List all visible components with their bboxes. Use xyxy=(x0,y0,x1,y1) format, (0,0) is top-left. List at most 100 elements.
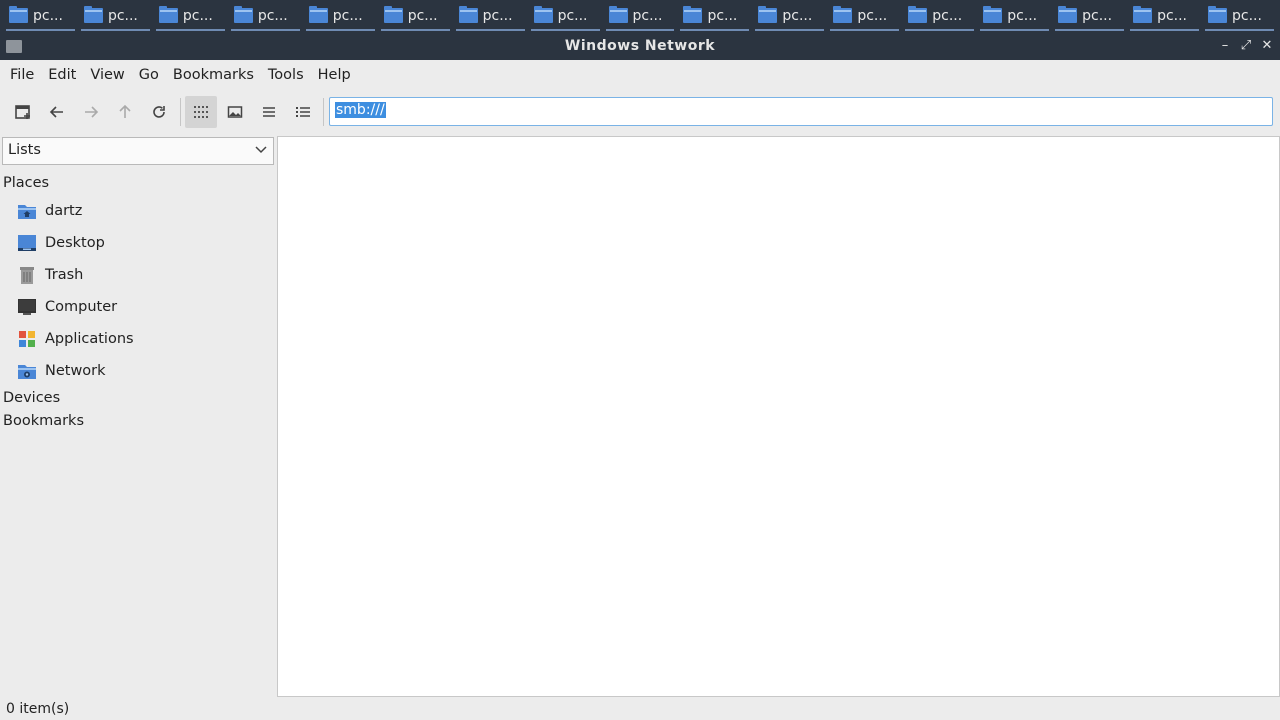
compact-view-button[interactable] xyxy=(219,96,251,128)
taskbar-button-label: pc... xyxy=(482,7,513,24)
taskbar-button-label: pc... xyxy=(707,7,738,24)
taskbar-window-button[interactable]: pc... xyxy=(80,2,150,31)
window-title: Windows Network xyxy=(564,38,716,54)
file-view-pane[interactable] xyxy=(277,136,1280,697)
taskbar-window-button[interactable]: pc... xyxy=(1130,2,1199,31)
taskbar-button-label: pc... xyxy=(1157,7,1187,24)
taskbar-window-button[interactable]: pc... xyxy=(305,2,375,31)
window-titlebar[interactable]: Windows Network – ⤢ ✕ xyxy=(0,33,1280,60)
menubar: File Edit View Go Bookmarks Tools Help xyxy=(0,60,1280,90)
menu-bookmarks[interactable]: Bookmarks xyxy=(166,67,261,83)
taskbar-button-label: pc... xyxy=(182,7,213,24)
taskbar-window-button[interactable]: pc... xyxy=(1205,2,1274,31)
sidebar-item-label: Trash xyxy=(45,267,84,283)
sidebar-item-computer[interactable]: Computer xyxy=(0,293,276,321)
list-view-button[interactable] xyxy=(287,96,319,128)
detailed-list-button[interactable] xyxy=(253,96,285,128)
sidebar-item-desktop[interactable]: Desktop xyxy=(0,229,276,257)
taskbar-button-label: pc... xyxy=(1082,7,1113,24)
sidebar-item-trash[interactable]: Trash xyxy=(0,261,276,289)
taskbar-window-button[interactable]: pc... xyxy=(380,2,450,31)
menu-view[interactable]: View xyxy=(83,67,131,83)
back-button[interactable] xyxy=(41,96,73,128)
sidebar-item-applications[interactable]: Applications xyxy=(0,325,276,353)
icon-view-button[interactable] xyxy=(185,96,217,128)
taskbar-button-label: pc... xyxy=(932,7,963,24)
taskbar-window-button[interactable]: pc... xyxy=(905,2,975,31)
new-tab-button[interactable] xyxy=(7,96,39,128)
sidebar-item-dartz[interactable]: dartz xyxy=(0,197,276,225)
close-button[interactable]: ✕ xyxy=(1258,37,1276,55)
sidebar-item-label: Desktop xyxy=(45,235,105,251)
taskbar-window-button[interactable]: pc... xyxy=(455,2,525,31)
sidebar-view-select[interactable]: Lists xyxy=(2,137,274,165)
sidebar-select-value: Lists xyxy=(8,142,41,158)
location-input[interactable]: smb:/// xyxy=(329,97,1273,126)
home-folder-icon xyxy=(17,202,37,220)
sidebar-item-label: Computer xyxy=(45,299,118,315)
maximize-button[interactable]: ⤢ xyxy=(1237,37,1255,55)
menu-help[interactable]: Help xyxy=(311,67,358,83)
taskbar-button-label: pc... xyxy=(857,7,888,24)
taskbar-button-label: pc... xyxy=(107,7,138,24)
folder-icon xyxy=(533,6,553,23)
detailed-list-icon xyxy=(263,107,275,117)
sidebar: Lists Places dartz Desktop Trash Compute… xyxy=(0,136,276,696)
sidebar-item-label: dartz xyxy=(45,203,83,219)
menu-edit[interactable]: Edit xyxy=(41,67,83,83)
up-button[interactable] xyxy=(109,96,141,128)
folder-icon xyxy=(308,6,328,23)
folder-icon xyxy=(383,6,403,23)
taskbar-window-button[interactable]: pc... xyxy=(680,2,750,31)
icon-view-icon xyxy=(194,106,208,118)
toolbar: smb:/// xyxy=(0,92,1280,132)
desktop-icon xyxy=(17,234,37,252)
minimize-button[interactable]: – xyxy=(1216,37,1234,55)
folder-icon xyxy=(158,6,178,23)
menu-go[interactable]: Go xyxy=(132,67,166,83)
forward-button[interactable] xyxy=(75,96,107,128)
new-tab-icon xyxy=(15,105,30,119)
status-text: 0 item(s) xyxy=(6,701,70,717)
back-icon xyxy=(49,106,63,118)
taskbar-window-button[interactable]: pc... xyxy=(6,2,75,31)
taskbar-button-label: pc... xyxy=(33,7,63,24)
devices-header[interactable]: Devices xyxy=(3,390,60,406)
sidebar-item-network[interactable]: Network xyxy=(0,357,276,385)
compact-view-icon xyxy=(227,106,243,118)
folder-icon xyxy=(833,6,853,23)
chevron-down-icon xyxy=(255,146,267,154)
folder-icon xyxy=(458,6,478,23)
bookmarks-header[interactable]: Bookmarks xyxy=(3,413,84,429)
taskbar-window-button[interactable]: pc... xyxy=(830,2,900,31)
computer-icon xyxy=(17,298,37,316)
taskbar-window-button[interactable]: pc... xyxy=(530,2,600,31)
menu-file[interactable]: File xyxy=(3,67,41,83)
folder-icon xyxy=(9,6,28,23)
taskbar-window-button[interactable]: pc... xyxy=(605,2,675,31)
taskbar-window-button[interactable]: pc... xyxy=(755,2,825,31)
menu-tools[interactable]: Tools xyxy=(261,67,311,83)
list-view-icon xyxy=(296,107,310,117)
folder-icon xyxy=(233,6,253,23)
taskbar-button-label: pc... xyxy=(257,7,288,24)
taskbar-window-button[interactable]: pc... xyxy=(155,2,225,31)
taskbar-button-label: pc... xyxy=(782,7,813,24)
up-icon xyxy=(119,104,131,118)
folder-icon xyxy=(983,6,1003,23)
taskbar-window-button[interactable]: pc... xyxy=(980,2,1050,31)
taskbar-window-button[interactable]: pc... xyxy=(1055,2,1125,31)
taskbar-button-label: pc... xyxy=(332,7,363,24)
taskbar-window-button[interactable]: pc... xyxy=(230,2,300,31)
taskbar-button-label: pc... xyxy=(1232,7,1262,24)
taskbar-button-label: pc... xyxy=(557,7,588,24)
location-text: smb:/// xyxy=(335,102,386,118)
folder-icon xyxy=(83,6,103,23)
folder-icon xyxy=(683,6,703,23)
places-header[interactable]: Places xyxy=(3,175,49,191)
reload-button[interactable] xyxy=(143,96,175,128)
network-folder-icon xyxy=(17,362,37,380)
taskbar-button-label: pc... xyxy=(407,7,438,24)
forward-icon xyxy=(85,106,99,118)
applications-icon xyxy=(17,330,37,348)
